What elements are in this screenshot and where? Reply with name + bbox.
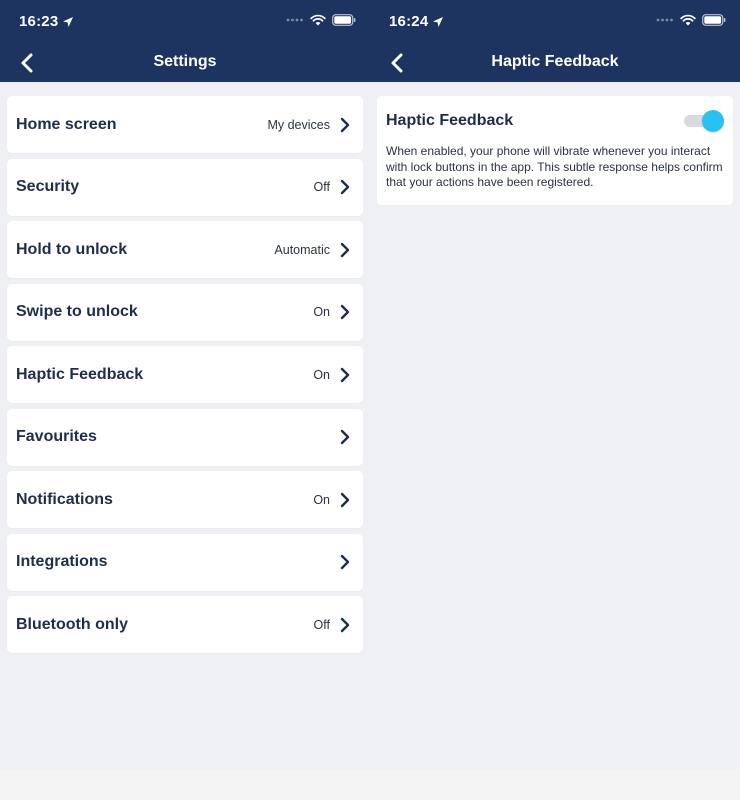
row-value: Automatic <box>274 242 330 257</box>
status-bar-time: 16:23 <box>19 13 74 30</box>
settings-screen: 16:23 Settings Home screen My devices Se… <box>0 0 370 800</box>
card-header: Haptic Feedback <box>386 110 724 132</box>
row-label: Integrations <box>16 553 108 570</box>
haptic-feedback-screen: 16:24 Haptic Feedback Haptic Feedback Wh… <box>370 0 740 800</box>
status-icons <box>656 14 726 26</box>
location-arrow-icon <box>433 16 444 27</box>
settings-row-hold-to-unlock[interactable]: Hold to unlock Automatic <box>7 221 363 278</box>
haptic-feedback-card: Haptic Feedback When enabled, your phone… <box>377 96 733 205</box>
settings-row-bluetooth-only[interactable]: Bluetooth only Off <box>7 596 363 653</box>
wifi-icon <box>680 14 696 26</box>
chevron-right-icon <box>339 304 351 320</box>
settings-row-notifications[interactable]: Notifications On <box>7 471 363 528</box>
header-bar: 16:23 Settings <box>0 0 370 82</box>
status-icons <box>286 14 356 26</box>
card-description: When enabled, your phone will vibrate wh… <box>386 144 723 189</box>
chevron-right-icon <box>339 554 351 570</box>
header-bar: 16:24 Haptic Feedback <box>370 0 740 82</box>
row-value: Off <box>313 180 330 194</box>
chevron-right-icon <box>339 492 351 508</box>
row-label: Haptic Feedback <box>16 365 144 383</box>
row-label: Swipe to unlock <box>16 303 138 320</box>
status-time-text: 16:24 <box>389 13 429 30</box>
haptic-feedback-toggle[interactable] <box>684 110 724 132</box>
chevron-right-icon <box>339 117 351 133</box>
settings-row-integrations[interactable]: Integrations <box>7 533 363 591</box>
chevron-right-icon <box>339 617 351 633</box>
wifi-icon <box>310 14 326 26</box>
signal-dots-icon <box>286 18 303 22</box>
page-title: Haptic Feedback <box>491 53 619 70</box>
chevron-right-icon <box>339 242 351 258</box>
home-indicator-area <box>370 770 740 800</box>
row-label: Hold to unlock <box>16 240 128 258</box>
settings-row-home-screen[interactable]: Home screen My devices <box>7 96 363 153</box>
chevron-right-icon <box>339 429 351 445</box>
row-label: Favourites <box>16 428 97 445</box>
settings-row-security[interactable]: Security Off <box>7 158 363 216</box>
home-indicator-area <box>0 770 370 800</box>
row-label: Home screen <box>16 115 117 133</box>
row-value: On <box>313 305 330 319</box>
settings-list: Home screen My devices Security Off Hold… <box>7 96 363 659</box>
row-value: Off <box>313 617 330 632</box>
row-label: Security <box>16 178 80 195</box>
location-arrow-icon <box>63 16 74 27</box>
status-bar-time: 16:24 <box>389 13 444 30</box>
signal-dots-icon <box>656 18 673 22</box>
page-title: Settings <box>153 53 217 70</box>
chevron-right-icon <box>339 179 351 195</box>
row-label: Notifications <box>16 490 113 508</box>
row-value: On <box>313 492 330 507</box>
row-label: Bluetooth only <box>16 615 128 633</box>
battery-icon <box>702 14 726 26</box>
card-title: Haptic Feedback <box>386 112 514 129</box>
status-time-text: 16:23 <box>19 13 59 30</box>
chevron-right-icon <box>339 367 351 383</box>
toggle-knob <box>702 110 724 132</box>
settings-row-swipe-to-unlock[interactable]: Swipe to unlock On <box>7 283 363 341</box>
row-value: On <box>313 367 330 382</box>
settings-row-favourites[interactable]: Favourites <box>7 408 363 466</box>
row-value: My devices <box>267 117 330 132</box>
settings-row-haptic-feedback[interactable]: Haptic Feedback On <box>7 346 363 403</box>
battery-icon <box>332 14 356 26</box>
